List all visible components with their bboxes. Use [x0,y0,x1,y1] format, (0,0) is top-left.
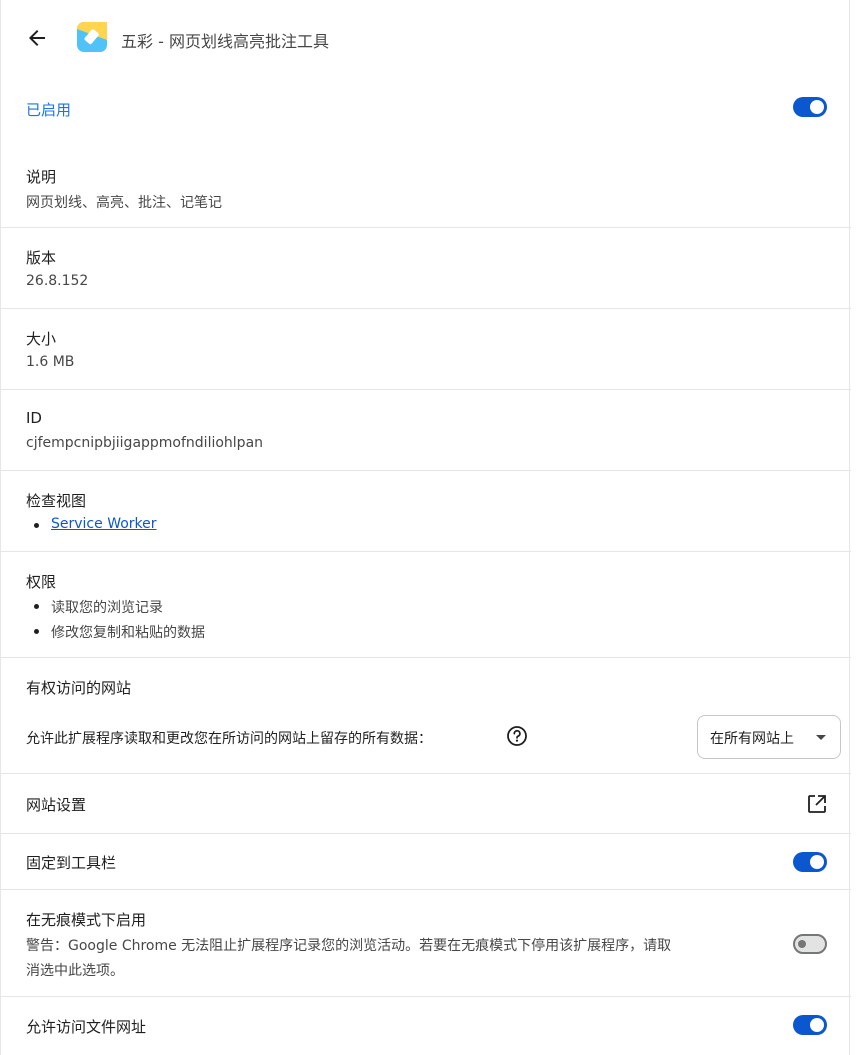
enabled-label: 已启用 [26,101,72,119]
description-label: 说明 [26,168,57,186]
version-label: 版本 [26,249,57,267]
site-access-section: 有权访问的网站 允许此扩展程序读取和更改您在所访问的网站上留存的所有数据： 在所… [1,657,851,773]
enabled-row: 已启用 [1,76,851,140]
incognito-label: 在无痕模式下启用 [26,911,147,929]
enabled-toggle[interactable] [793,97,827,117]
size-label: 大小 [26,330,57,348]
description-value: 网页划线、高亮、批注、记笔记 [26,195,222,211]
permissions-label: 权限 [26,573,57,591]
header: 五彩 - 网页划线高亮批注工具 [1,0,851,76]
site-access-description: 允许此扩展程序读取和更改您在所访问的网站上留存的所有数据： [26,731,432,747]
caret-down-icon [816,735,826,740]
incognito-toggle[interactable] [793,934,827,954]
site-access-label: 有权访问的网站 [26,679,132,697]
permission-item: 修改您复制和粘贴的数据 [51,625,205,641]
id-label: ID [26,409,42,427]
incognito-warning-line1: 警告：Google Chrome 无法阻止扩展程序记录您的浏览活动。若要在无痕模… [26,938,672,954]
service-worker-link[interactable]: Service Worker [51,516,157,532]
file-urls-label: 允许访问文件网址 [26,1018,147,1036]
pin-toolbar-label: 固定到工具栏 [26,854,117,872]
description-section: 说明 网页划线、高亮、批注、记笔记 [1,147,851,227]
permissions-section: 权限 读取您的浏览记录 修改您复制和粘贴的数据 [1,551,851,657]
size-section: 大小 1.6 MB [1,308,851,389]
permission-item: 读取您的浏览记录 [51,600,163,616]
id-value: cjfempcnipbjiigappmofndiliohlpan [26,435,264,451]
page-title: 五彩 - 网页划线高亮批注工具 [121,32,329,51]
file-urls-toggle[interactable] [793,1015,827,1035]
extension-details-card: 五彩 - 网页划线高亮批注工具 已启用 说明 网页划线、高亮、批注、记笔记 版本… [0,0,851,1055]
file-urls-row: 允许访问文件网址 [1,996,851,1053]
inspect-views-section: 检查视图 Service Worker [1,470,851,551]
incognito-warning-line2: 消选中此选项。 [26,963,124,979]
site-access-selected: 在所有网站上 [710,731,794,747]
open-in-new-icon[interactable] [807,794,827,814]
wucai-highlighter-icon [77,22,107,52]
version-section: 版本 26.8.152 [1,227,851,308]
version-value: 26.8.152 [26,273,89,289]
site-settings-label: 网站设置 [26,796,87,814]
pin-toolbar-row: 固定到工具栏 [1,833,851,889]
id-section: ID cjfempcnipbjiigappmofndiliohlpan [1,389,851,470]
arrow-back-icon[interactable] [21,22,53,54]
size-value: 1.6 MB [26,354,75,370]
incognito-row: 在无痕模式下启用 警告：Google Chrome 无法阻止扩展程序记录您的浏览… [1,889,851,996]
inspect-views-label: 检查视图 [26,492,87,510]
site-settings-row[interactable]: 网站设置 [1,773,851,833]
pin-toolbar-toggle[interactable] [793,852,827,872]
site-access-select[interactable]: 在所有网站上 [697,715,841,759]
help-circle-icon[interactable] [506,725,528,747]
